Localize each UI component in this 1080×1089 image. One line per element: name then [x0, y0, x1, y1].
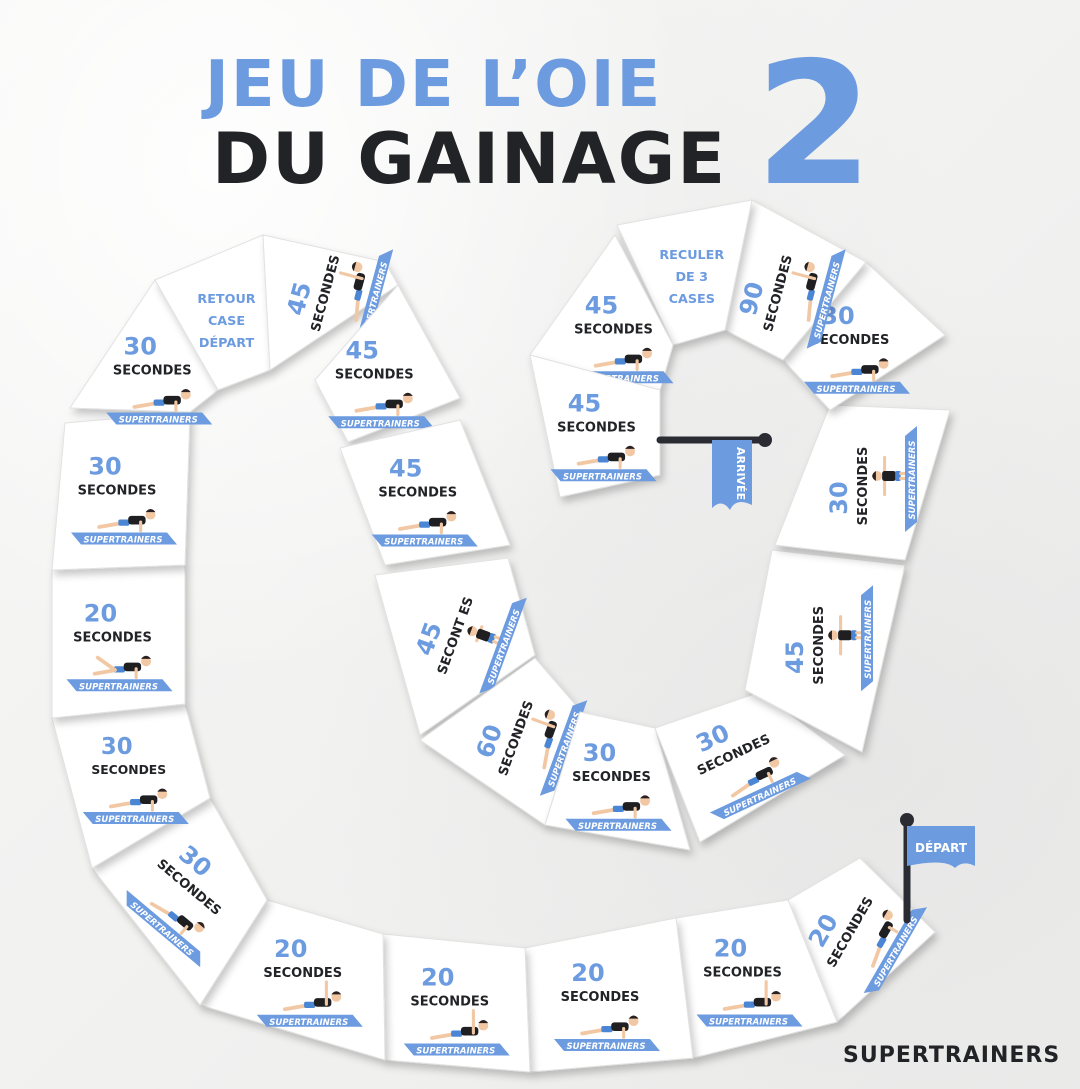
tile-seconds-number: 45: [585, 291, 618, 319]
tile-seconds-number: 20: [274, 935, 307, 963]
board-tile: 30 SECONDES SUPERTRAINERS: [51, 411, 191, 571]
tile-seconds-number: 45: [389, 455, 422, 483]
board-tile: 20 SECONDES SUPERTRAINERS: [524, 917, 694, 1073]
figure-shorts: [451, 1030, 463, 1037]
tile-seconds-unit: SECONDES: [812, 606, 827, 685]
mat-label: SUPERTRAINERS: [908, 441, 918, 520]
finish-flag: ARRIVÉE: [656, 433, 772, 510]
tile-instruction-text: RECULER: [659, 248, 724, 263]
figure-shorts: [130, 799, 142, 806]
figure-shirt: [163, 395, 181, 405]
figure-shorts: [612, 805, 624, 812]
start-flag-knob: [900, 813, 914, 827]
tile-seconds-number: 30: [88, 453, 121, 481]
figure-shirt: [460, 1026, 479, 1036]
mat-label: SUPERTRAINERS: [563, 472, 642, 482]
figure-shorts: [743, 1001, 755, 1008]
figure-shorts: [118, 519, 130, 526]
tile-seconds-number: 20: [714, 935, 747, 963]
tile-seconds-unit: SECONDES: [113, 364, 192, 379]
tile-instruction-text: DE 3: [675, 270, 708, 285]
mat-label: SUPERTRAINERS: [341, 419, 420, 429]
figure-shirt: [624, 354, 643, 364]
tile-seconds-unit: SECONDES: [703, 966, 782, 981]
figure-shirt: [861, 365, 879, 374]
tile-seconds-number: 45: [346, 336, 379, 364]
tile-seconds-unit: SECONDES: [856, 447, 871, 526]
figure-shorts: [601, 1026, 613, 1033]
game-board: 20 SECONDES SUPERTRAINERS 20 SECONDES SUPERTR…: [51, 199, 975, 1073]
tile-seconds-unit: SECONDES: [73, 630, 152, 645]
tile-seconds-number: 30: [101, 734, 133, 760]
figure-shirt: [313, 998, 332, 1007]
mat-label: SUPERTRAINERS: [709, 1018, 788, 1028]
mat-label: SUPERTRAINERS: [864, 600, 874, 679]
mat-label: SUPERTRAINERS: [578, 822, 657, 832]
board-tile: 20 SECONDES SUPERTRAINERS: [382, 933, 531, 1073]
figure-shirt: [622, 802, 641, 811]
tile-instruction-text: RETOUR: [197, 292, 255, 307]
mat-label: SUPERTRAINERS: [79, 682, 158, 692]
figure-shorts: [419, 521, 431, 528]
tile-seconds-unit: SECONDES: [263, 966, 342, 981]
finish-flag-knob: [758, 433, 772, 447]
board-tile: 45 SECONDES SUPERTRAINERS: [339, 419, 511, 566]
figure-shirt: [611, 1022, 629, 1031]
tile-seconds-number: 20: [571, 959, 604, 987]
tile-seconds-number: 45: [781, 641, 809, 674]
tile-instruction-text: CASE: [208, 314, 245, 329]
mat-label: SUPERTRAINERS: [84, 536, 163, 546]
tile-seconds-unit: SECONDES: [78, 484, 157, 499]
figure-shorts: [614, 358, 626, 365]
start-flag: DÉPART: [900, 813, 975, 924]
tile-seconds-unit: SECONDES: [572, 770, 651, 785]
mat-label: SUPERTRAINERS: [817, 385, 896, 395]
finish-flag-label: ARRIVÉE: [734, 447, 747, 500]
tile-seconds-unit: SECONDES: [557, 420, 636, 435]
tile-seconds-number: 45: [568, 389, 601, 417]
tile-seconds-number: 30: [825, 481, 853, 514]
figure-shirt: [139, 795, 158, 804]
figure-shirt: [123, 662, 142, 672]
tile-seconds-unit: SECONDES: [574, 322, 653, 337]
tile-seconds-number: 20: [84, 599, 117, 627]
mat-label: SUPERTRAINERS: [269, 1018, 348, 1028]
tile-seconds-number: 30: [583, 739, 616, 767]
tile-seconds-number: 30: [124, 333, 157, 361]
figure-shirt: [428, 517, 447, 527]
mat-label: SUPERTRAINERS: [95, 815, 174, 825]
figure-shorts: [304, 1001, 316, 1008]
figure-shirt: [385, 399, 403, 409]
brand-label: SUPERTRAINERS: [843, 1043, 1061, 1068]
tile-instruction-text: DÉPART: [199, 335, 255, 351]
tile-seconds-unit: SECONDES: [91, 763, 166, 777]
figure-shirt: [607, 452, 626, 462]
board-tile: 30SECONDES SUPERTRAINERS: [774, 404, 951, 561]
mat-label: SUPERTRAINERS: [416, 1047, 495, 1057]
tile-seconds-unit: SECONDES: [410, 995, 489, 1010]
mat-label: SUPERTRAINERS: [567, 1042, 646, 1052]
figure-shirt: [882, 471, 896, 481]
board-tile: 20 SECONDES SUPERTRAINERS: [51, 564, 186, 719]
figure-shorts: [153, 399, 165, 406]
tile-seconds-unit: SECONDES: [335, 367, 414, 382]
figure-shirt: [753, 997, 772, 1007]
figure-shorts: [375, 403, 387, 410]
figure-shorts: [597, 456, 609, 463]
tile-seconds-unit: SECONDES: [561, 990, 640, 1005]
figure-shirt: [838, 630, 852, 641]
figure-shirt: [128, 515, 146, 525]
mat-label: SUPERTRAINERS: [384, 538, 463, 548]
start-flag-label: DÉPART: [915, 840, 968, 855]
tile-seconds-number: 20: [421, 964, 454, 992]
tile-seconds-unit: SECONDES: [378, 486, 457, 501]
tile-instruction-text: CASES: [669, 292, 715, 307]
mat-label: SUPERTRAINERS: [119, 416, 198, 426]
figure-shorts: [851, 368, 863, 375]
